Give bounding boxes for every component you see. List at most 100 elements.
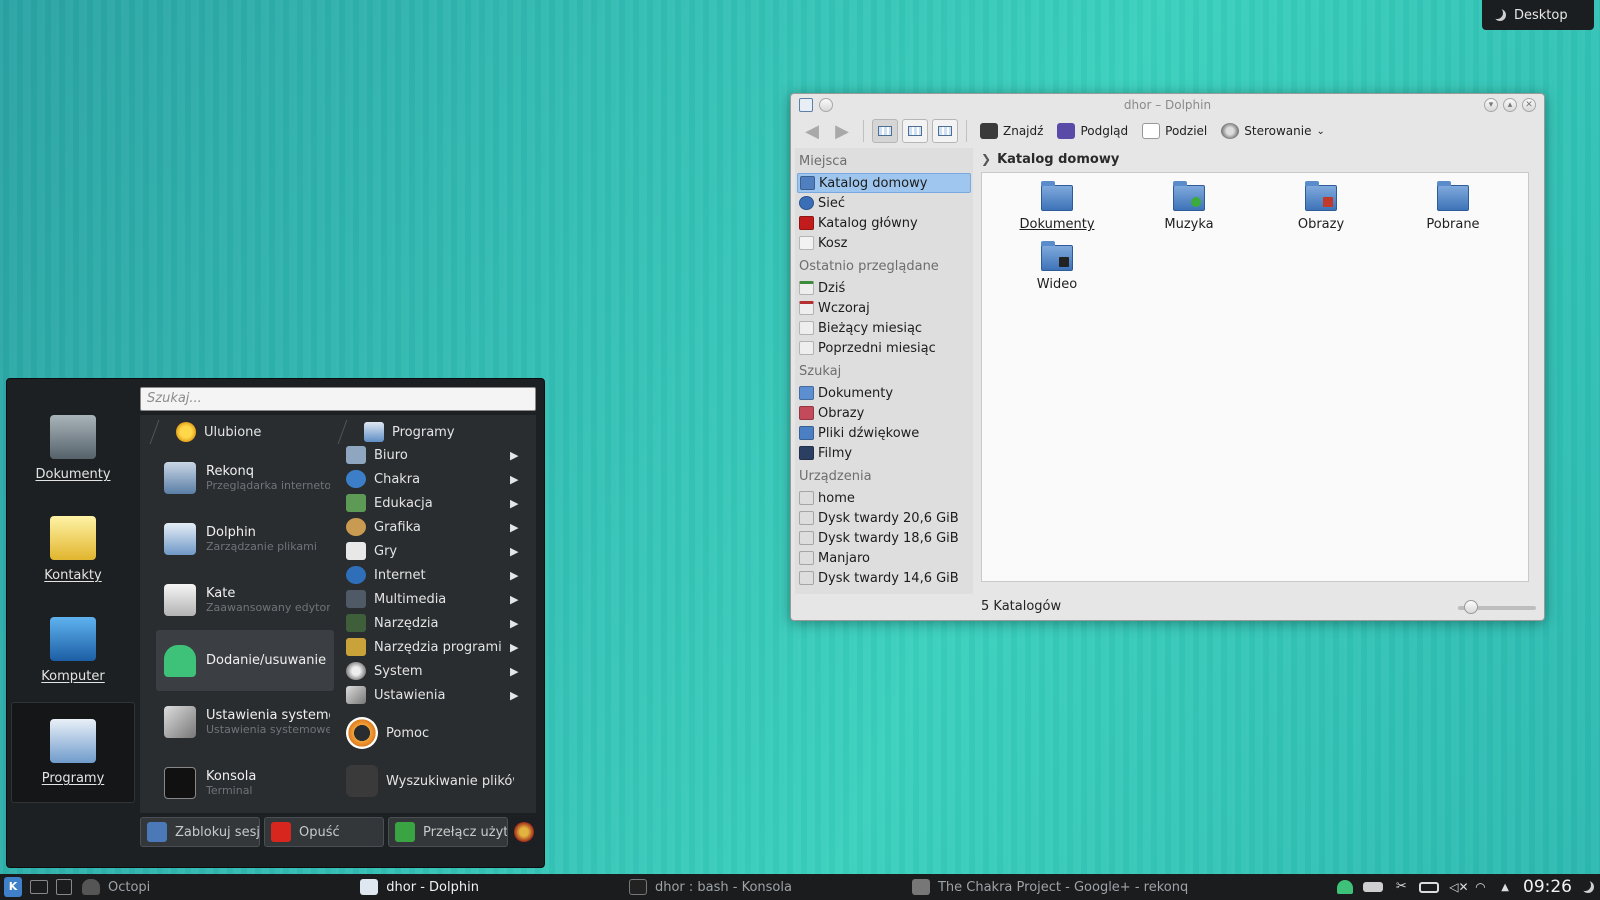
arrow-right-icon: ▶ bbox=[510, 664, 519, 678]
clock[interactable]: 09:26 bbox=[1523, 877, 1572, 897]
trash-icon bbox=[799, 236, 814, 250]
forward-button[interactable]: ▶ bbox=[829, 119, 855, 143]
tab-documents[interactable]: Dokumenty bbox=[11, 399, 135, 500]
search-audio[interactable]: Pliki dźwiękowe bbox=[795, 423, 973, 443]
back-button[interactable]: ◀ bbox=[799, 119, 825, 143]
folder-item[interactable]: Muzyka bbox=[1134, 181, 1244, 232]
wifi-icon[interactable]: ◠ bbox=[1475, 880, 1491, 894]
octopi-notifier-icon[interactable] bbox=[1337, 880, 1354, 894]
maximize-button[interactable]: ▴ bbox=[1503, 98, 1517, 112]
find-button[interactable]: Znajdź bbox=[975, 119, 1048, 143]
place-home[interactable]: Katalog domowy bbox=[797, 173, 971, 193]
minimize-button[interactable]: ▾ bbox=[1484, 98, 1498, 112]
place-last-month[interactable]: Poprzedni miesiąc bbox=[795, 338, 973, 358]
file-search-item[interactable]: Wyszukiwanie plików bbox=[346, 763, 532, 799]
category-item[interactable]: Narzędzia ▶ bbox=[346, 611, 532, 635]
task-konsole[interactable]: dhor : bash - Konsola bbox=[619, 874, 802, 900]
place-label: Filmy bbox=[818, 445, 853, 461]
zoom-slider[interactable] bbox=[1458, 600, 1536, 614]
icons-view-button[interactable] bbox=[872, 119, 898, 143]
place-yesterday[interactable]: Wczoraj bbox=[795, 298, 973, 318]
category-item[interactable]: Ustawienia ▶ bbox=[346, 683, 532, 707]
place-network[interactable]: Sieć bbox=[795, 193, 973, 213]
search-videos[interactable]: Filmy bbox=[795, 443, 973, 463]
category-name: Gry bbox=[374, 543, 398, 559]
scissors-icon[interactable]: ✂ bbox=[1393, 880, 1409, 894]
category-item[interactable]: Multimedia ▶ bbox=[346, 587, 532, 611]
device-disk-3[interactable]: Dysk twardy 14,6 GiB bbox=[795, 568, 973, 588]
place-this-month[interactable]: Bieżący miesiąc bbox=[795, 318, 973, 338]
tools-icon bbox=[346, 686, 366, 704]
favorite-item[interactable]: RekonqPrzeglądarka internetowa bbox=[156, 447, 334, 508]
split-button[interactable]: Podziel bbox=[1137, 119, 1212, 143]
folder-item[interactable]: Wideo bbox=[1002, 241, 1112, 292]
favorite-name: Dolphin bbox=[206, 524, 256, 540]
device-disk-1[interactable]: Dysk twardy 20,6 GiB bbox=[795, 508, 973, 528]
pager-icon[interactable] bbox=[56, 879, 72, 895]
place-trash[interactable]: Kosz bbox=[795, 233, 973, 253]
volume-muted-icon[interactable]: ◁✕ bbox=[1449, 880, 1468, 894]
help-item[interactable]: Pomoc bbox=[346, 715, 532, 751]
breadcrumb[interactable]: ❯ Katalog domowy bbox=[981, 148, 1119, 170]
launcher-settings-button[interactable] bbox=[512, 817, 536, 847]
battery-icon[interactable] bbox=[1419, 881, 1440, 893]
category-item[interactable]: Grafika ▶ bbox=[346, 515, 532, 539]
activity-switcher[interactable]: Desktop bbox=[1482, 0, 1594, 30]
category-item[interactable]: Narzędzia programistyczne ▶ bbox=[346, 635, 532, 659]
preview-button[interactable]: Podgląd bbox=[1052, 119, 1133, 143]
category-item[interactable]: Internet ▶ bbox=[346, 563, 532, 587]
show-desktop-icon[interactable] bbox=[30, 880, 48, 894]
category-item[interactable]: Biuro ▶ bbox=[346, 443, 532, 467]
file-view[interactable]: Dokumenty Muzyka Obrazy Pobrane Wideo bbox=[981, 172, 1529, 582]
favorite-item[interactable]: Ustawienia systemoweUstawienia systemowe bbox=[156, 691, 334, 752]
keyboard-icon[interactable] bbox=[1363, 882, 1384, 892]
activities-icon[interactable] bbox=[1582, 881, 1594, 893]
arrow-right-icon: ▶ bbox=[510, 544, 519, 558]
folder-item[interactable]: Dokumenty bbox=[1002, 181, 1112, 232]
category-item[interactable]: Chakra ▶ bbox=[346, 467, 532, 491]
favorite-item[interactable]: Konsola Terminal bbox=[156, 752, 334, 813]
tray-expand-icon[interactable]: ▲ bbox=[1501, 882, 1509, 893]
tab-computer[interactable]: Komputer bbox=[11, 601, 135, 702]
leave-button[interactable]: Opuść bbox=[264, 817, 384, 847]
tab-programs[interactable]: Programy bbox=[11, 702, 135, 803]
columns-view-button[interactable] bbox=[932, 119, 958, 143]
palette-icon bbox=[346, 518, 366, 536]
task-dolphin[interactable]: dhor - Dolphin bbox=[350, 874, 489, 900]
search-images[interactable]: Obrazy bbox=[795, 403, 973, 423]
window-menu-icon[interactable] bbox=[799, 98, 813, 112]
favorite-item[interactable]: Dodanie/usuwanie oprogramowania bbox=[156, 630, 334, 691]
device-home[interactable]: home bbox=[795, 488, 973, 508]
favorites-header[interactable]: Ulubione bbox=[149, 419, 261, 445]
place-today[interactable]: Dziś bbox=[795, 278, 973, 298]
place-root[interactable]: Katalog główny bbox=[795, 213, 973, 233]
audio-icon bbox=[799, 426, 814, 440]
task-octopi[interactable]: Octopi bbox=[72, 874, 160, 900]
activity-label: Desktop bbox=[1514, 7, 1568, 23]
zoom-slider-handle[interactable] bbox=[1464, 600, 1478, 614]
folder-item[interactable]: Obrazy bbox=[1266, 181, 1376, 232]
window-titlebar[interactable]: dhor – Dolphin ▾ ▴ ✕ bbox=[791, 94, 1544, 116]
pin-button[interactable] bbox=[819, 98, 833, 112]
device-disk-2[interactable]: Dysk twardy 18,6 GiB bbox=[795, 528, 973, 548]
drive-icon bbox=[799, 511, 814, 525]
details-view-button[interactable] bbox=[902, 119, 928, 143]
switch-user-button[interactable]: Przełącz użytkownika bbox=[388, 817, 508, 847]
favorite-item[interactable]: Dolphin Zarządzanie plikami bbox=[156, 508, 334, 569]
application-menu-button[interactable]: K bbox=[4, 877, 22, 897]
search-documents[interactable]: Dokumenty bbox=[795, 383, 973, 403]
category-item[interactable]: Gry ▶ bbox=[346, 539, 532, 563]
lock-session-button[interactable]: Zablokuj sesję bbox=[140, 817, 260, 847]
category-item[interactable]: System ▶ bbox=[346, 659, 532, 683]
favorite-item[interactable]: KateZaawansowany edytor tekstu bbox=[156, 569, 334, 630]
close-button[interactable]: ✕ bbox=[1522, 98, 1536, 112]
search-input[interactable]: Szukaj... bbox=[140, 387, 536, 411]
category-item[interactable]: Edukacja ▶ bbox=[346, 491, 532, 515]
task-rekonq[interactable]: The Chakra Project - Google+ - rekonq bbox=[902, 874, 1198, 900]
device-manjaro[interactable]: Manjaro bbox=[795, 548, 973, 568]
folder-item[interactable]: Pobrane bbox=[1398, 181, 1508, 232]
tab-label: Programy bbox=[41, 771, 105, 786]
tab-contacts[interactable]: Kontakty bbox=[11, 500, 135, 601]
programs-header[interactable]: Programy bbox=[337, 419, 455, 445]
control-button[interactable]: Sterowanie ⌄ bbox=[1216, 119, 1330, 143]
